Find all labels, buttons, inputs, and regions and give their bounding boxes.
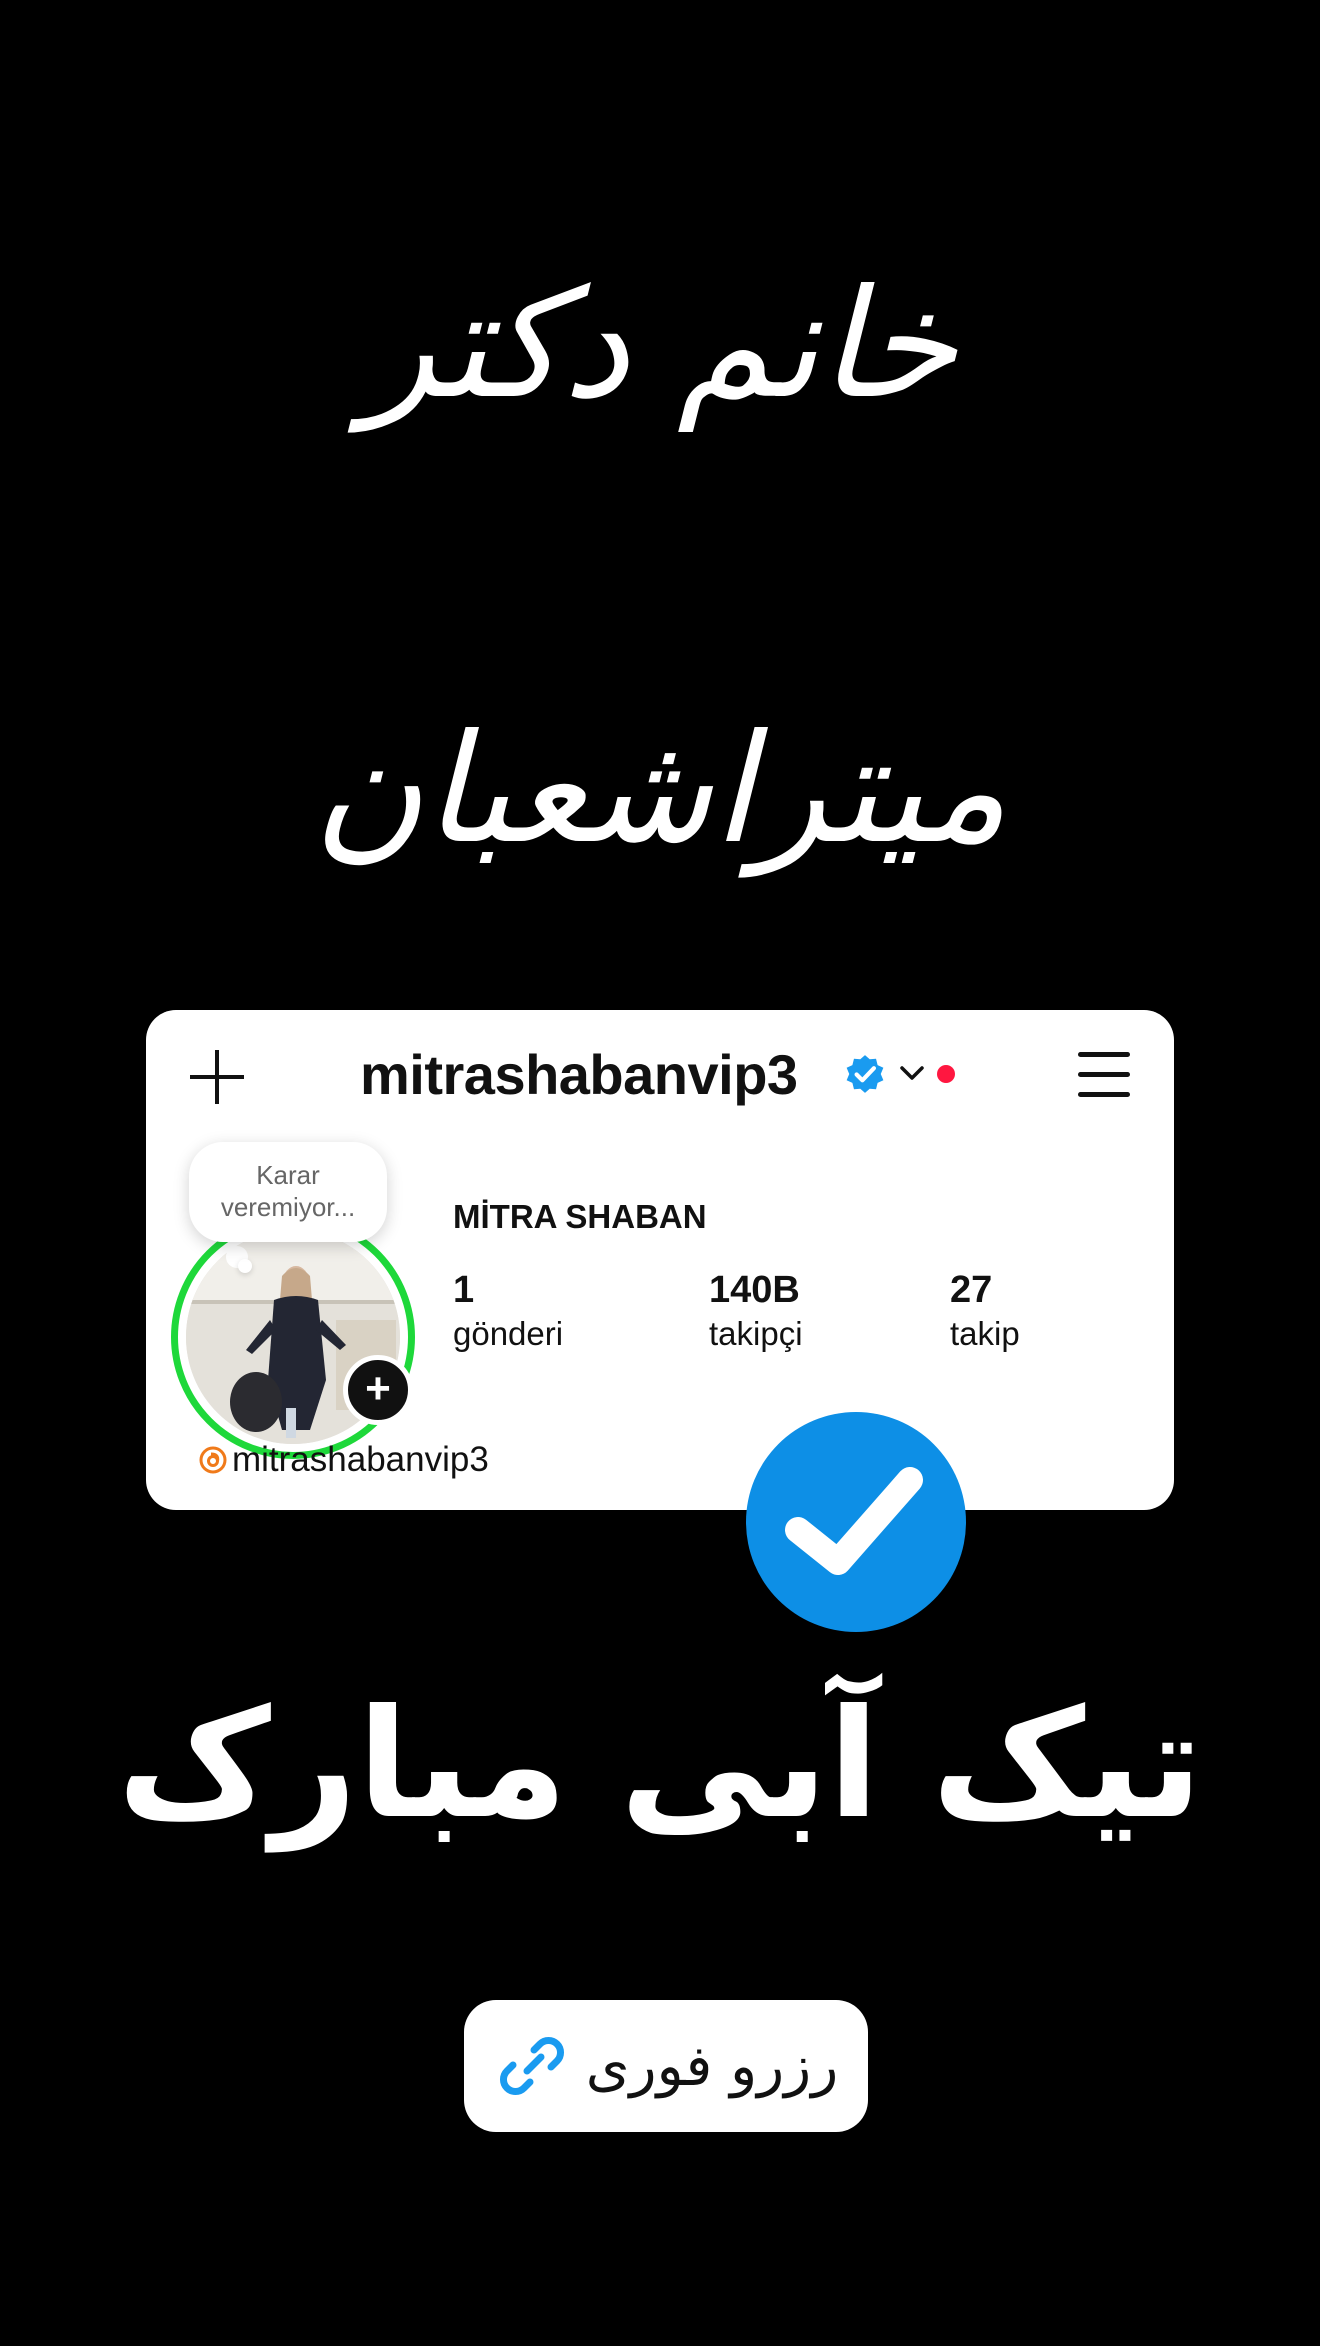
big-check-icon xyxy=(746,1412,966,1632)
note-bubble-tail-dot xyxy=(238,1259,252,1273)
slogan-text: تیک آبی مبارک xyxy=(117,1678,1203,1852)
stat-posts-value: 1 xyxy=(453,1269,475,1311)
reserve-button[interactable]: رزرو فوری xyxy=(464,2000,868,2132)
stat-posts-label: gönderi xyxy=(453,1315,564,1352)
stat-followers[interactable]: 140B takipçi xyxy=(709,1268,803,1356)
profile-username[interactable]: mitrashabanvip3 xyxy=(360,1042,798,1107)
stat-followers-label: takipçi xyxy=(709,1315,803,1352)
title-line-1: خانم دکتر xyxy=(363,258,957,432)
note-line-1: Karar xyxy=(256,1160,320,1190)
threads-handle-text: mitrashabanvip3 xyxy=(232,1440,489,1479)
plus-icon[interactable] xyxy=(190,1050,244,1104)
threads-icon xyxy=(199,1446,227,1474)
instagram-profile-card: mitrashabanvip3 + Karar veremiyor... MİT… xyxy=(146,1010,1174,1510)
stat-following[interactable]: 27 takip xyxy=(950,1268,1020,1356)
stat-following-label: takip xyxy=(950,1315,1020,1352)
profile-full-name: MİTRA SHABAN xyxy=(453,1198,707,1235)
title-line-2: میتراشعبان xyxy=(312,703,1008,877)
stat-following-value: 27 xyxy=(950,1269,993,1311)
add-story-icon[interactable]: + xyxy=(343,1355,413,1425)
note-line-2: veremiyor... xyxy=(220,1192,356,1222)
chevron-down-icon[interactable] xyxy=(898,1062,926,1084)
reserve-button-label: رزرو فوری xyxy=(585,2033,839,2099)
threads-link[interactable]: mitrashabanvip3 xyxy=(198,1440,489,1480)
notification-dot xyxy=(937,1065,955,1083)
note-bubble[interactable]: Karar veremiyor... xyxy=(189,1142,387,1242)
stat-posts[interactable]: 1 gönderi xyxy=(453,1268,563,1356)
link-icon xyxy=(499,2037,564,2095)
stat-followers-value: 140B xyxy=(709,1269,800,1311)
verified-badge-icon xyxy=(846,1055,884,1093)
hamburger-menu-icon[interactable] xyxy=(1078,1050,1130,1098)
